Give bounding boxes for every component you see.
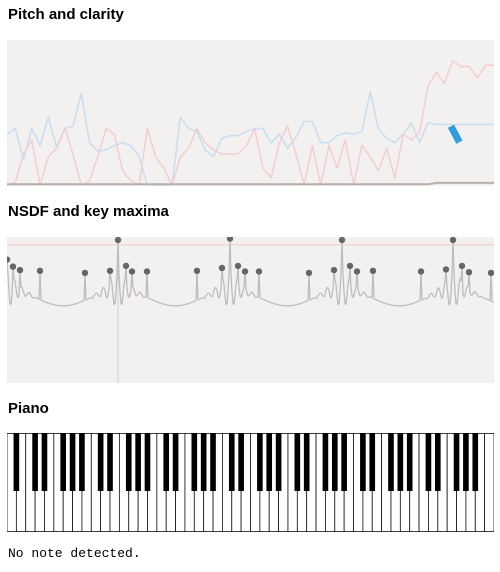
key-maximum-dot xyxy=(143,268,151,275)
piano-black-key[interactable] xyxy=(388,433,394,491)
piano-black-key[interactable] xyxy=(463,433,469,491)
piano-black-key[interactable] xyxy=(360,433,366,491)
key-maximum-dot xyxy=(465,269,473,276)
key-maximum-dot xyxy=(193,267,201,274)
key-maximum-dot xyxy=(81,269,89,277)
piano-black-key[interactable] xyxy=(210,433,216,491)
piano-black-key[interactable] xyxy=(191,433,198,491)
piano-black-key[interactable] xyxy=(331,433,338,491)
piano-black-key[interactable] xyxy=(32,433,38,491)
piano-black-key[interactable] xyxy=(369,433,376,491)
note-status: No note detected. xyxy=(8,546,141,561)
key-maximum-dot xyxy=(417,268,425,275)
piano-black-key[interactable] xyxy=(322,433,329,491)
key-maximum-dot xyxy=(449,237,457,244)
key-maximum-dot xyxy=(330,266,338,274)
key-maximum-dot xyxy=(458,262,466,270)
piano-black-key[interactable] xyxy=(60,433,66,491)
piano-black-key[interactable] xyxy=(257,433,263,491)
piano-black-key[interactable] xyxy=(69,433,76,491)
key-maximum-dot xyxy=(487,269,494,277)
nsdf-svg xyxy=(7,237,494,383)
piano-black-key[interactable] xyxy=(79,433,85,491)
key-maximum-dot xyxy=(346,262,354,270)
key-maximum-dot xyxy=(114,237,122,244)
piano-black-key[interactable] xyxy=(435,433,441,491)
piano-keyboard[interactable] xyxy=(7,433,494,532)
key-maximum-dot xyxy=(218,264,226,272)
current-pitch-marker xyxy=(447,124,463,144)
piano-black-key[interactable] xyxy=(238,433,244,491)
key-maximum-dot xyxy=(9,263,17,270)
pitch-clarity-svg xyxy=(7,60,494,186)
piano-black-key[interactable] xyxy=(303,433,310,491)
piano-black-key[interactable] xyxy=(453,433,460,491)
piano-black-key[interactable] xyxy=(275,433,282,491)
pitch-line xyxy=(7,60,494,186)
key-maximum-dot xyxy=(255,268,263,275)
piano-black-key[interactable] xyxy=(97,433,104,491)
key-maximum-dot xyxy=(369,267,377,274)
piano-black-key[interactable] xyxy=(135,433,141,491)
key-maximum-dot xyxy=(122,262,130,270)
key-maximum-dot xyxy=(106,267,114,274)
piano-svg[interactable] xyxy=(7,433,494,532)
piano-black-key[interactable] xyxy=(266,433,273,491)
key-maximum-dot xyxy=(234,262,242,270)
piano-black-key[interactable] xyxy=(144,433,151,491)
piano-black-key[interactable] xyxy=(163,433,170,491)
pitch-clarity-chart xyxy=(7,40,494,186)
piano-black-key[interactable] xyxy=(425,433,432,491)
key-maximum-dot xyxy=(128,268,136,275)
key-maximum-dot xyxy=(7,256,11,263)
key-maximum-dot xyxy=(338,237,346,244)
piano-black-key[interactable] xyxy=(200,433,207,491)
key-maximum-dot xyxy=(442,266,450,273)
piano-heading: Piano xyxy=(8,400,49,417)
key-maximum-dot xyxy=(305,269,313,277)
key-maximum-dot xyxy=(226,237,234,242)
piano-black-key[interactable] xyxy=(107,433,113,491)
piano-black-key[interactable] xyxy=(13,433,20,491)
piano-black-key[interactable] xyxy=(125,433,132,491)
key-maximum-dot xyxy=(16,266,24,274)
key-maximum-dot xyxy=(353,268,361,275)
piano-black-key[interactable] xyxy=(41,433,48,491)
piano-black-key[interactable] xyxy=(172,433,179,491)
nsdf-heading: NSDF and key maxima xyxy=(8,203,169,220)
nsdf-chart xyxy=(7,237,494,383)
key-maximum-dot xyxy=(36,267,44,274)
piano-black-key[interactable] xyxy=(472,433,479,491)
key-maximum-dot xyxy=(241,268,249,275)
piano-white-key[interactable] xyxy=(484,433,494,532)
piano-black-key[interactable] xyxy=(341,433,347,491)
piano-black-key[interactable] xyxy=(294,433,301,491)
pitch-clarity-heading: Pitch and clarity xyxy=(8,6,124,23)
piano-black-key[interactable] xyxy=(228,433,235,491)
piano-black-key[interactable] xyxy=(406,433,413,491)
piano-black-key[interactable] xyxy=(397,433,404,491)
